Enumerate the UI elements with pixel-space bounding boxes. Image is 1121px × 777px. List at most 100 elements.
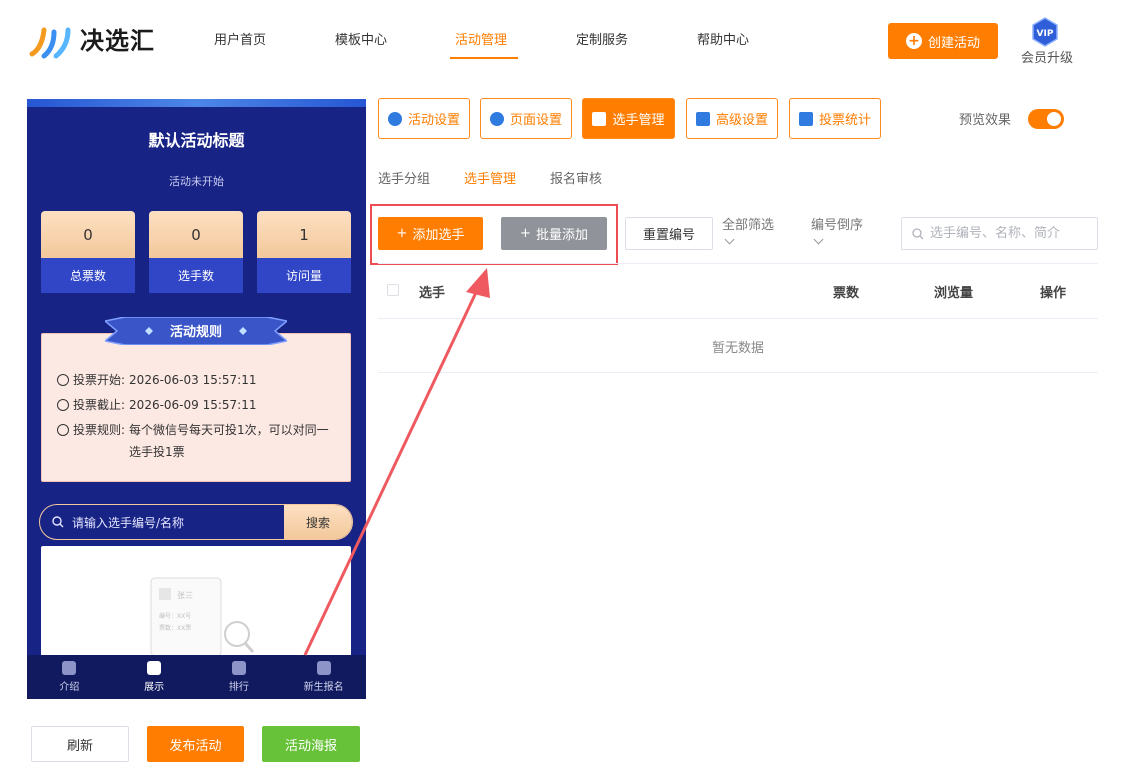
column-header-votes: 票数 [833,286,860,301]
preview-top-glow [27,99,366,107]
tab-label: 页面设置 [509,113,562,128]
filter-dropdown[interactable]: 全部筛选 [722,218,775,245]
tab-page-settings[interactable]: 页面设置 [480,98,572,139]
nav-template-center[interactable]: 模板中心 [335,32,387,50]
preview-tab-ranking[interactable]: 排行 [197,655,282,699]
subtab-signup-review[interactable]: 报名审核 [550,168,602,187]
arrow-head [466,268,490,298]
subtab-contestant-management[interactable]: 选手管理 [464,168,516,187]
logo-icon [29,27,71,59]
rule-label: 投票开始: [73,373,126,387]
preview-search-bar: 请输入选手编号/名称 搜索 [39,504,353,540]
table-top-border [378,263,1098,264]
vip-badge-icon[interactable]: VIP [1030,17,1060,47]
tab-label: 活动设置 [407,113,460,128]
rules-title: 活动规则 [169,325,222,340]
star-icon [387,111,402,126]
chevron-down-icon [813,234,824,245]
stat-card-total-votes: 0 总票数 [41,211,135,293]
sort-dropdown-label: 编号倒序 [811,218,864,233]
nav-activity-management[interactable]: 活动管理 [455,32,507,50]
users-icon [592,111,607,126]
reset-number-button[interactable]: 重置编号 [625,217,713,250]
preview-activity-status: 活动未开始 [169,175,224,188]
nav-active-underline [450,57,518,59]
vip-badge-text: VIP [1037,29,1054,39]
preview-tab-label: 介绍 [59,682,80,693]
rule-value: 2026-06-03 15:57:11 [129,373,257,387]
nav-custom-service[interactable]: 定制服务 [576,32,628,50]
refresh-button[interactable]: 刷新 [31,726,129,762]
mobile-preview: 默认活动标题 活动未开始 0 总票数 0 选手数 1 访问量 活动规则 投票开始… [27,99,366,699]
stat-label: 访问量 [257,258,351,293]
medal-icon [231,661,246,675]
nav-user-home[interactable]: 用户首页 [214,32,266,50]
empty-card-name: 张三 [177,591,193,600]
publish-activity-button[interactable]: 发布活动 [147,726,244,762]
stat-value: 0 [41,211,135,258]
create-activity-label: 创建活动 [927,35,980,51]
rule-row-policy: 投票规则: 每个微信号每天可投1次，可以对同一选手投1票 [57,419,337,463]
activity-poster-button[interactable]: 活动海报 [262,726,360,762]
add-contestant-button[interactable]: + 添加选手 [378,217,483,250]
tab-label: 选手管理 [612,113,665,128]
batch-add-label: 批量添加 [535,228,588,243]
empty-card-votes: 票数：XX票 [159,624,191,632]
tab-label: 高级设置 [715,113,768,128]
rule-row-end: 投票截止: 2026-06-09 15:57:11 [57,394,257,416]
select-all-checkbox[interactable] [387,284,399,296]
stat-label: 总票数 [41,258,135,293]
contestant-search-input[interactable] [930,226,1090,241]
clock-icon [57,399,69,411]
preview-tab-showcase[interactable]: 展示 [112,655,197,699]
vip-upgrade-link[interactable]: 会员升级 [1019,47,1075,66]
rule-value: 2026-06-09 15:57:11 [129,398,257,412]
preview-tab-label: 排行 [228,682,249,693]
stat-value: 1 [257,211,351,258]
search-icon [52,516,64,528]
tab-activity-settings[interactable]: 活动设置 [378,98,470,139]
column-header-actions: 操作 [1040,286,1067,301]
stat-card-visits: 1 访问量 [257,211,351,293]
preview-search-button[interactable]: 搜索 [284,505,352,539]
table-header-divider [378,318,1098,319]
tab-advanced-settings[interactable]: 高级设置 [686,98,778,139]
table-empty-text: 暂无数据 [711,341,764,356]
preview-tabbar: 介绍 展示 排行 新生报名 [27,655,366,699]
preview-toggle-label: 预览效果 [959,113,1012,128]
preview-search-placeholder: 请输入选手编号/名称 [72,515,185,530]
preview-tab-label: 展示 [144,682,165,693]
plus-icon: + [905,33,922,49]
logo-text: 决选汇 [80,27,155,55]
shield-icon [147,661,162,675]
rule-row-start: 投票开始: 2026-06-03 15:57:11 [57,369,257,391]
tab-label: 投票统计 [818,113,871,128]
rule-label: 投票规则: [73,423,126,437]
preview-tab-label: 新生报名 [303,682,344,693]
empty-card-number: 编号：XX号 [159,612,191,620]
tab-contestant-management[interactable]: 选手管理 [582,98,675,139]
column-header-contestant: 选手 [419,286,446,301]
preview-activity-title: 默认活动标题 [148,131,245,150]
sort-dropdown[interactable]: 编号倒序 [811,218,864,245]
empty-state-card: 张三 编号：XX号 票数：XX票 [41,546,351,656]
info-icon [57,424,69,436]
preview-tab-signup[interactable]: 新生报名 [281,655,366,699]
advanced-settings-icon [695,111,710,126]
preview-tab-intro[interactable]: 介绍 [27,655,112,699]
stat-card-contestants: 0 选手数 [149,211,243,293]
rule-label: 投票截止: [73,398,126,412]
user-icon [316,661,331,675]
tab-vote-statistics[interactable]: 投票统计 [789,98,881,139]
filter-dropdown-label: 全部筛选 [722,218,775,233]
plus-icon: + [396,226,408,241]
chevron-down-icon [724,234,735,245]
clock-icon [57,374,69,386]
preview-search-input[interactable]: 请输入选手编号/名称 [40,505,284,539]
preview-toggle[interactable] [1028,109,1064,129]
stat-label: 选手数 [149,258,243,293]
nav-help-center[interactable]: 帮助中心 [697,32,749,50]
batch-add-button[interactable]: + 批量添加 [501,217,607,250]
subtab-contestant-groups[interactable]: 选手分组 [378,168,430,187]
create-activity-button[interactable]: + 创建活动 [888,23,998,59]
